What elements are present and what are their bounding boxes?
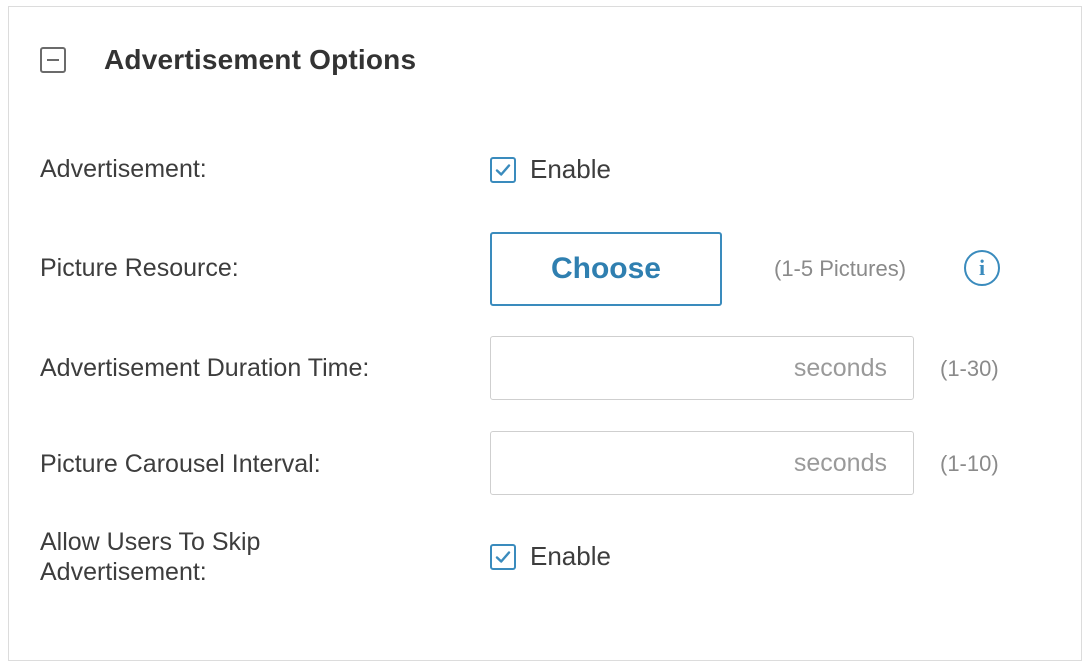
duration-unit: seconds (793, 353, 887, 382)
carousel-interval-field[interactable]: seconds (469, 431, 914, 495)
skip-enable-checkbox[interactable] (490, 543, 516, 570)
advertisement-label: Advertisement: (40, 155, 207, 183)
collapse-icon[interactable] (40, 47, 66, 73)
advertisement-enable-checkbox[interactable] (490, 156, 516, 183)
skip-label-line1: Allow Users To Skip (40, 528, 261, 556)
advertisement-enable-label: Enable (530, 154, 611, 184)
duration-range: (1-30) (940, 356, 999, 381)
carousel-interval-range: (1-10) (940, 451, 999, 476)
carousel-interval-input[interactable] (469, 431, 794, 495)
skip-label-line2: Advertisement: (40, 558, 207, 586)
picture-count-hint: (1-5 Pictures) (774, 256, 907, 281)
choose-button[interactable]: Choose (490, 232, 722, 306)
duration-label: Advertisement Duration Time: (40, 354, 370, 382)
skip-enable-toggle[interactable]: Enable (490, 541, 611, 572)
duration-field[interactable]: seconds (469, 336, 914, 400)
info-icon[interactable]: i (964, 250, 1000, 286)
section-title: Advertisement Options (104, 44, 417, 75)
section-header: Advertisement Options (40, 44, 416, 76)
duration-input[interactable] (469, 336, 794, 400)
carousel-interval-label: Picture Carousel Interval: (40, 450, 321, 478)
picture-resource-label: Picture Resource: (40, 254, 239, 282)
carousel-interval-unit: seconds (793, 448, 887, 477)
skip-enable-label: Enable (530, 541, 611, 571)
advertisement-enable-toggle[interactable]: Enable (490, 154, 611, 185)
checkmark-icon (495, 550, 511, 563)
checkmark-icon (495, 163, 511, 176)
